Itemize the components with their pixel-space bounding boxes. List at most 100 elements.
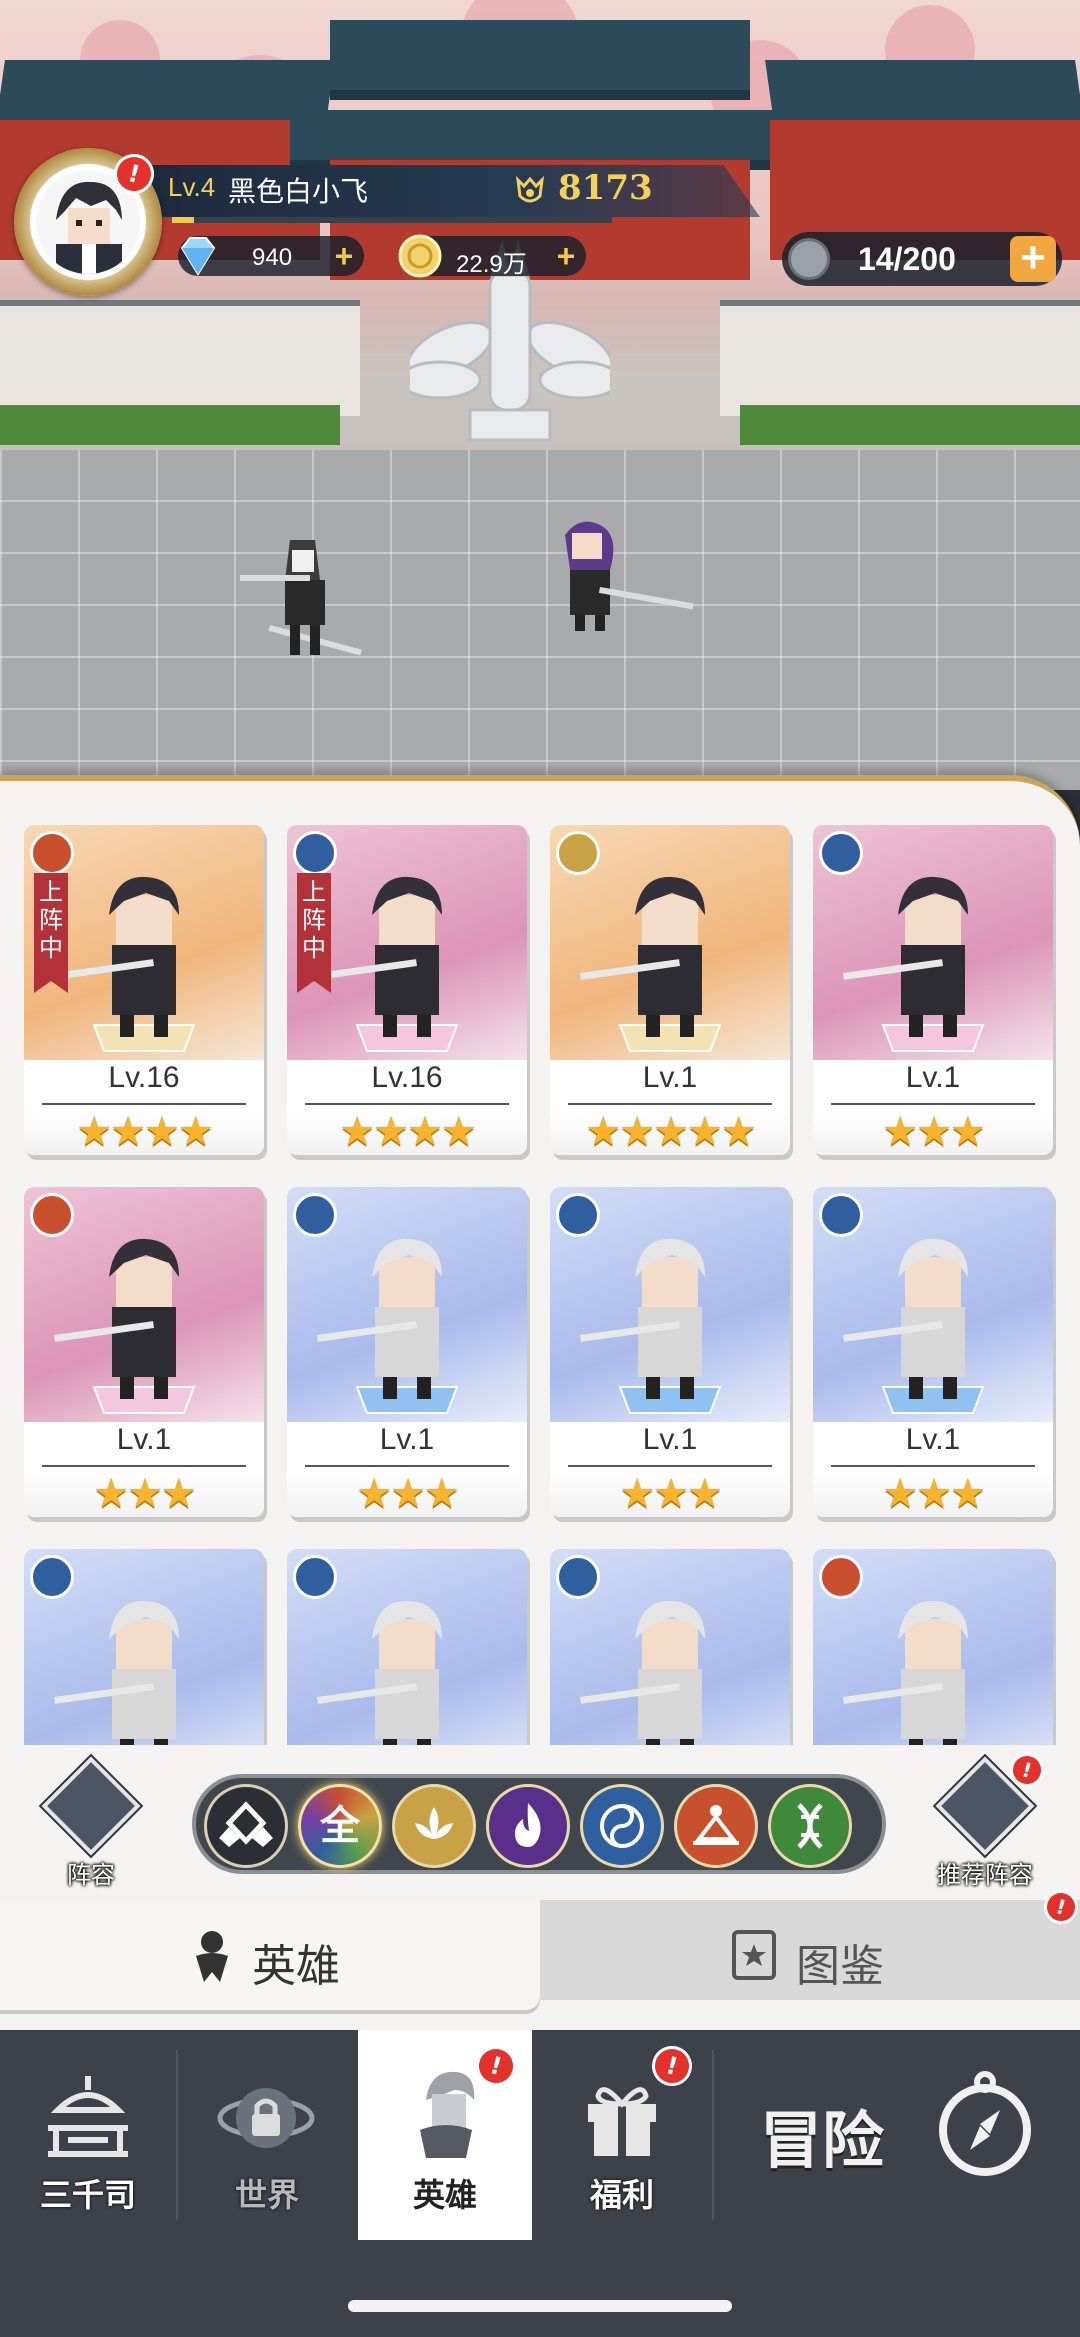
- diamond-amount: 940: [252, 244, 293, 271]
- hero-card[interactable]: Lv.1 ★★★: [287, 1187, 527, 1517]
- hero-sprite: [843, 1238, 968, 1399]
- hero-grid: 上 阵 中 Lv.16 ★★★★ 上 阵 中 Lv.16 ★★★★ Lv.1 ★★★★★ Lv.…: [24, 825, 1064, 1745]
- hero-card[interactable]: [550, 1549, 790, 1745]
- faction-badge-icon: [293, 1193, 337, 1237]
- add-gold-button[interactable]: +: [550, 240, 582, 272]
- hero-level: Lv.1: [905, 1423, 961, 1456]
- nav-sanqiansi[interactable]: 三千司: [0, 2030, 176, 2240]
- nav-heroes[interactable]: 英雄 !: [358, 2030, 532, 2246]
- hero-card[interactable]: 上 阵 中 Lv.16 ★★★★: [287, 825, 527, 1155]
- filter-class-icon[interactable]: [204, 1784, 288, 1868]
- temple-roof-center: [330, 20, 750, 100]
- lineup-button[interactable]: 阵容: [41, 1756, 141, 1889]
- nav-adventure[interactable]: 冒险: [714, 2030, 1080, 2240]
- hero-card[interactable]: Lv.1 ★★★: [813, 1187, 1053, 1517]
- card-divider: [42, 1465, 246, 1467]
- purple-swordswoman-sprite: [565, 521, 694, 631]
- hero-card[interactable]: [287, 1549, 527, 1745]
- hero-level: Lv.16: [371, 1061, 443, 1094]
- masked-warrior-sprite: [240, 540, 362, 656]
- hero-sprite: [580, 1600, 705, 1745]
- nav-heroes-label: 英雄: [412, 2177, 477, 2213]
- combat-power: 8173: [558, 168, 653, 208]
- hero-sprite: [843, 1600, 968, 1745]
- palace-icon: [48, 2076, 128, 2157]
- faction-badge-icon: [556, 1193, 600, 1237]
- courtyard-wall-left: [0, 300, 360, 416]
- hero-level: Lv.1: [642, 1061, 698, 1094]
- courtyard-wall-right: [720, 300, 1080, 416]
- stamina-counter: 14/200 +: [782, 232, 1062, 286]
- hero-stars: ★★★: [93, 1471, 197, 1517]
- world-lock-icon: [217, 2088, 315, 2148]
- gold-amount: 22.9万: [456, 251, 527, 278]
- courtyard-scene: [0, 0, 1080, 790]
- hero-card[interactable]: Lv.1 ★★★★★: [550, 825, 790, 1155]
- hero-stars: ★★★: [356, 1471, 460, 1517]
- filter-meditation-icon[interactable]: [674, 1784, 758, 1868]
- codex-book-icon: [732, 1930, 776, 1980]
- hero-stars: ★★★★: [76, 1109, 213, 1155]
- add-diamond-button[interactable]: +: [328, 240, 360, 272]
- hero-level: Lv.16: [108, 1061, 180, 1094]
- hero-level: Lv.1: [905, 1061, 961, 1094]
- filter-dna-icon[interactable]: [768, 1784, 852, 1868]
- hero-card[interactable]: 上 阵 中 Lv.16 ★★★★: [24, 825, 264, 1155]
- hero-sprite: [317, 876, 442, 1037]
- grass-left: [0, 405, 340, 445]
- tab-heroes-label: 英雄: [252, 1942, 340, 1991]
- hero-card[interactable]: Lv.1 ★★★: [550, 1187, 790, 1517]
- filter-flame-icon[interactable]: [486, 1784, 570, 1868]
- hero-sprite: [580, 876, 705, 1037]
- hero-sprite: [317, 1600, 442, 1745]
- hero-level: Lv.1: [642, 1423, 698, 1456]
- hero-level: Lv.1: [116, 1423, 172, 1456]
- nav-world[interactable]: 世界: [178, 2030, 356, 2240]
- hero-card[interactable]: Lv.1 ★★★: [813, 825, 1053, 1155]
- faction-badge-icon: [556, 1555, 600, 1599]
- xp-fill: [172, 217, 194, 223]
- player-name: 黑色白小飞: [228, 176, 369, 207]
- add-stamina-button[interactable]: +: [1010, 236, 1056, 282]
- card-divider: [568, 1465, 772, 1467]
- recommended-lineup-button[interactable]: 推荐阵容 !: [935, 1749, 1048, 1889]
- player-level: Lv.4: [168, 172, 216, 202]
- home-indicator: [348, 2300, 732, 2312]
- stamina-icon: [788, 238, 830, 280]
- hero-card[interactable]: [813, 1549, 1053, 1745]
- filter-swirl-icon[interactable]: [580, 1784, 664, 1868]
- hero-stars: ★★★: [619, 1471, 723, 1517]
- deployed-tag: 上 阵 中: [34, 873, 68, 993]
- nav-benefits[interactable]: 福利 !: [534, 2030, 710, 2240]
- faction-badge-icon: [819, 1555, 863, 1599]
- tab-heroes[interactable]: 英雄: [0, 1900, 540, 2010]
- hero-sprite: [54, 1600, 179, 1745]
- filter-row: 阵容 全 推荐阵容 !: [0, 1749, 1080, 1889]
- card-divider: [305, 1465, 509, 1467]
- hero-sprite: [843, 876, 968, 1037]
- filter-all-button[interactable]: 全: [298, 1784, 382, 1868]
- nav-adventure-label: 冒险: [760, 2107, 885, 2176]
- hero-stars: ★★★★★: [585, 1109, 756, 1155]
- diamond-counter: 940 +: [178, 236, 364, 276]
- faction-badge-icon: [30, 1193, 74, 1237]
- lineup-label: 阵容: [67, 1862, 115, 1889]
- hero-tab-icon: [196, 1931, 228, 1982]
- hero-stars: ★★★: [882, 1471, 986, 1517]
- faction-badge-icon: [556, 831, 600, 875]
- tab-codex-label: 图鉴: [796, 1942, 884, 1991]
- tab-codex[interactable]: 图鉴 !: [540, 1886, 1080, 2000]
- hero-card[interactable]: [24, 1549, 264, 1745]
- hero-sprite: [580, 1238, 705, 1399]
- card-divider: [831, 1103, 1035, 1105]
- faction-badge-icon: [819, 831, 863, 875]
- diamond-icon: [180, 237, 216, 276]
- player-avatar[interactable]: !: [14, 148, 162, 296]
- card-divider: [831, 1465, 1035, 1467]
- lineup-icon: [41, 1756, 141, 1856]
- nav-world-label: 世界: [234, 2177, 299, 2213]
- gift-box-icon: [588, 2087, 656, 2156]
- faction-badge-icon: [819, 1193, 863, 1237]
- hero-card[interactable]: Lv.1 ★★★: [24, 1187, 264, 1517]
- filter-lotus-icon[interactable]: [392, 1784, 476, 1868]
